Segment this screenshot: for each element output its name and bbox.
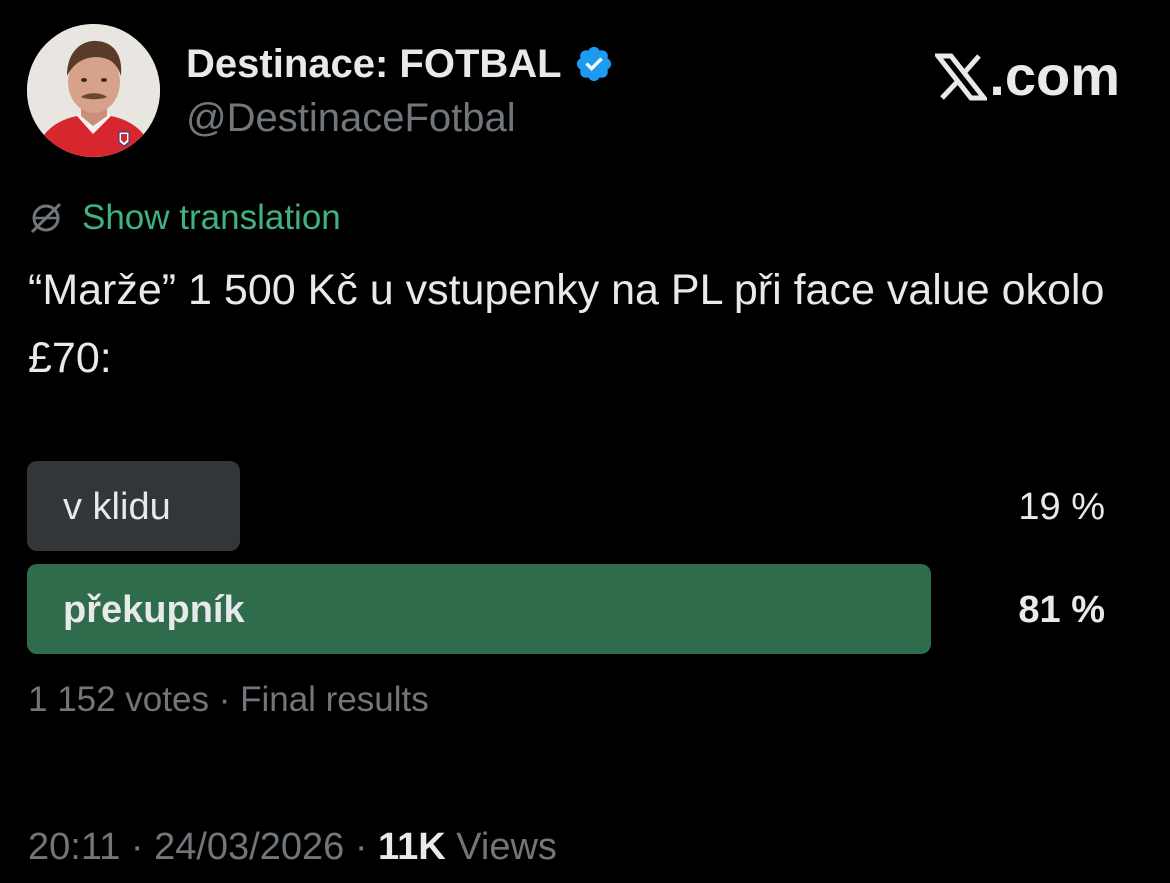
tweet-date[interactable]: 24/03/2026 xyxy=(154,826,344,868)
tweet-text: “Marže” 1 500 Kč u vstupenky na PL při f… xyxy=(28,266,1105,382)
x-logo-icon xyxy=(933,51,990,101)
x-brand: .com xyxy=(933,44,1120,108)
author-display-name[interactable]: Destinace: FOTBAL xyxy=(186,40,614,88)
tweet-time[interactable]: 20:11 xyxy=(28,826,120,868)
poll-option-label: v klidu xyxy=(63,486,171,528)
poll-option-label: překupník xyxy=(63,589,245,631)
author-handle[interactable]: @DestinaceFotbal xyxy=(186,94,516,142)
poll-option[interactable]: v klidu 19 % xyxy=(27,461,1117,551)
avatar-photo xyxy=(27,24,160,157)
views-label: Views xyxy=(456,826,557,868)
poll-option-percent: 19 % xyxy=(1018,486,1105,528)
poll: v klidu 19 % překupník 81 % xyxy=(27,461,1117,667)
poll-option[interactable]: překupník 81 % xyxy=(27,564,1117,654)
separator-dot: · xyxy=(354,826,379,868)
tweet-timestamp-row: 20:11 · 24/03/2026 · 11K Views xyxy=(28,822,557,872)
show-translation-link[interactable]: Show translation xyxy=(82,196,341,240)
verified-badge-icon xyxy=(574,44,614,84)
separator-dot: · xyxy=(130,826,155,868)
views-count: 11K xyxy=(378,826,446,868)
x-brand-suffix: .com xyxy=(989,44,1120,107)
globe-slash-icon xyxy=(28,200,64,236)
avatar[interactable] xyxy=(27,24,160,157)
poll-option-percent: 81 % xyxy=(1018,589,1105,631)
poll-results-meta: 1 152 votes · Final results xyxy=(28,680,429,719)
display-name-text: Destinace: FOTBAL xyxy=(186,42,562,86)
show-translation-row[interactable]: Show translation xyxy=(28,196,341,240)
